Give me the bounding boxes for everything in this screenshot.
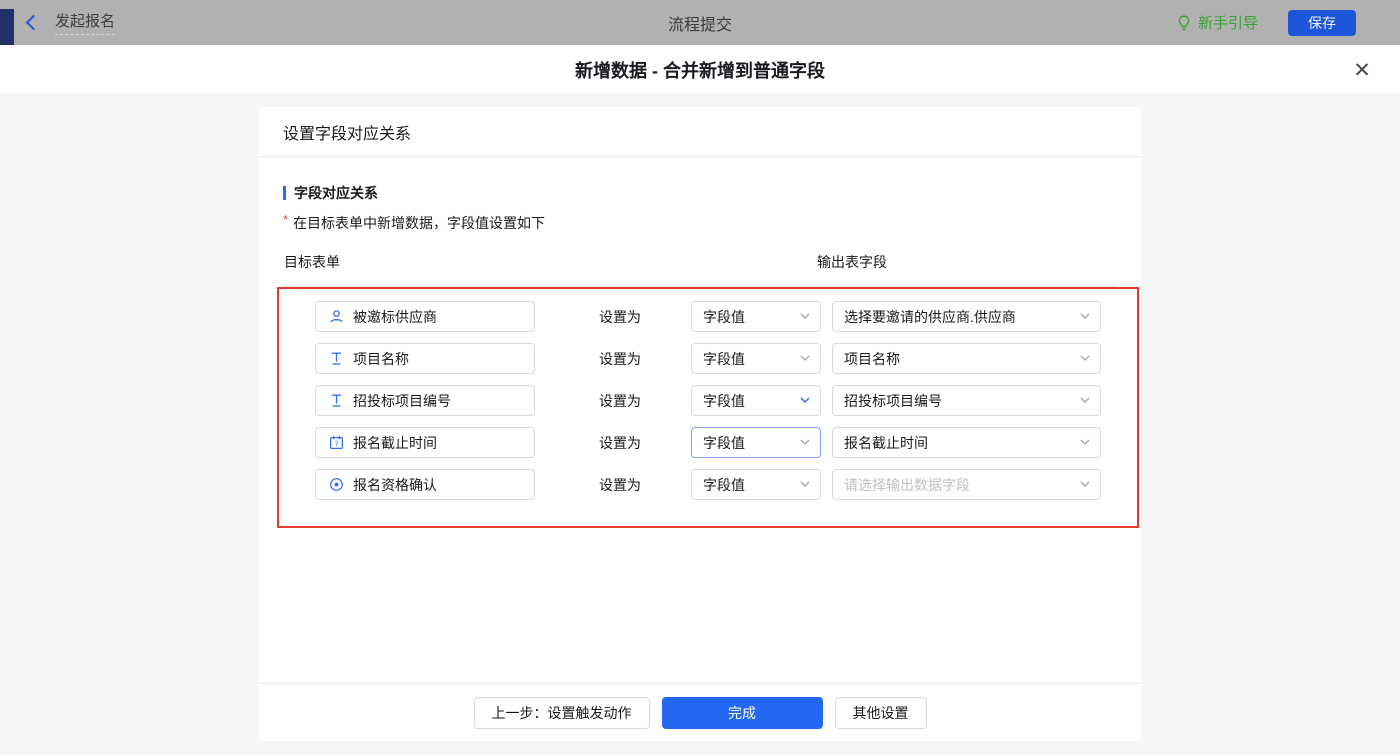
output-field-select[interactable]: 请选择输出数据字段 (832, 469, 1101, 500)
previous-step-button[interactable]: 上一步：设置触发动作 (474, 697, 650, 729)
mapping-row: 7 报名截止时间 设置为 字段值 报名截止时间 (315, 427, 1101, 458)
svg-text:7: 7 (334, 440, 338, 448)
chevron-down-icon (1080, 439, 1090, 446)
target-field-box[interactable]: 报名资格确认 (315, 469, 535, 500)
back-button[interactable]: 发起报名 (28, 10, 115, 35)
mapping-row: 招投标项目编号 设置为 字段值 招投标项目编号 (315, 385, 1101, 416)
done-button[interactable]: 完成 (662, 697, 823, 729)
mapping-row: 报名资格确认 设置为 字段值 请选择输出数据字段 (315, 469, 1101, 500)
target-field-box[interactable]: 招投标项目编号 (315, 385, 535, 416)
target-field-box[interactable]: 项目名称 (315, 343, 535, 374)
chevron-down-icon (800, 397, 810, 404)
value-mode-select[interactable]: 字段值 (691, 343, 821, 374)
modal-body: 设置字段对应关系 字段对应关系 * 在目标表单中新增数据，字段值设置如下 目标表… (0, 95, 1400, 755)
chevron-down-icon (800, 481, 810, 488)
output-field-select[interactable]: 项目名称 (832, 343, 1101, 374)
value-mode-select[interactable]: 字段值 (691, 301, 821, 332)
column-output-field: 输出表字段 (817, 252, 887, 272)
column-target-form: 目标表单 (284, 254, 340, 270)
chevron-down-icon (1080, 397, 1090, 404)
set-as-label: 设置为 (599, 433, 641, 453)
output-field-select[interactable]: 选择要邀请的供应商.供应商 (832, 301, 1101, 332)
chevron-down-icon (1080, 313, 1090, 320)
mapping-row: 被邀标供应商 设置为 字段值 选择要邀请的供应商.供应商 (315, 301, 1101, 332)
card-footer: 上一步：设置触发动作 完成 其他设置 (259, 683, 1141, 741)
column-headers: 目标表单 输出表字段 (283, 252, 1117, 287)
set-as-label: 设置为 (599, 307, 641, 327)
required-asterisk: * (283, 212, 288, 227)
close-icon[interactable]: ✕ (1349, 57, 1375, 83)
target-field-box[interactable]: 7 报名截止时间 (315, 427, 535, 458)
chevron-down-icon (800, 355, 810, 362)
text-field-icon (329, 393, 344, 408)
required-note: * 在目标表单中新增数据，字段值设置如下 (283, 213, 1117, 233)
other-settings-button[interactable]: 其他设置 (835, 697, 927, 729)
set-as-label: 设置为 (599, 475, 641, 495)
set-as-label: 设置为 (599, 391, 641, 411)
radio-field-icon (329, 477, 344, 492)
chevron-down-icon (1080, 481, 1090, 488)
save-button[interactable]: 保存 (1288, 10, 1356, 36)
chevron-down-icon (1080, 355, 1090, 362)
mapping-rows-area: 被邀标供应商 设置为 字段值 选择要邀请的供应商.供应商 (283, 287, 1117, 529)
target-field-box[interactable]: 被邀标供应商 (315, 301, 535, 332)
back-arrow-icon (26, 15, 42, 31)
modal-title: 新增数据 - 合并新增到普通字段 (575, 57, 825, 83)
modal-header: 新增数据 - 合并新增到普通字段 ✕ (0, 45, 1400, 95)
card-header-title: 设置字段对应关系 (259, 107, 1141, 157)
mapping-card: 设置字段对应关系 字段对应关系 * 在目标表单中新增数据，字段值设置如下 目标表… (259, 107, 1141, 741)
chevron-down-icon (800, 313, 810, 320)
section-title: 字段对应关系 (283, 183, 1117, 203)
flow-name-label[interactable]: 发起报名 (55, 10, 115, 35)
top-bar: 发起报名 流程提交 新手引导 保存 (0, 0, 1400, 45)
section-accent-bar (283, 186, 286, 200)
beginner-guide-button[interactable]: 新手引导 (1176, 12, 1258, 33)
value-mode-select[interactable]: 字段值 (691, 469, 821, 500)
mapping-row: 项目名称 设置为 字段值 项目名称 (315, 343, 1101, 374)
chevron-down-icon (800, 439, 810, 446)
text-field-icon (329, 351, 344, 366)
lightbulb-icon (1176, 15, 1192, 31)
output-field-select[interactable]: 报名截止时间 (832, 427, 1101, 458)
value-mode-select[interactable]: 字段值 (691, 427, 821, 458)
corner-logo-block (0, 9, 14, 45)
value-mode-select[interactable]: 字段值 (691, 385, 821, 416)
person-field-icon (329, 309, 344, 324)
calendar-field-icon: 7 (329, 435, 344, 450)
beginner-guide-label: 新手引导 (1198, 12, 1258, 33)
set-as-label: 设置为 (599, 349, 641, 369)
output-field-select[interactable]: 招投标项目编号 (832, 385, 1101, 416)
